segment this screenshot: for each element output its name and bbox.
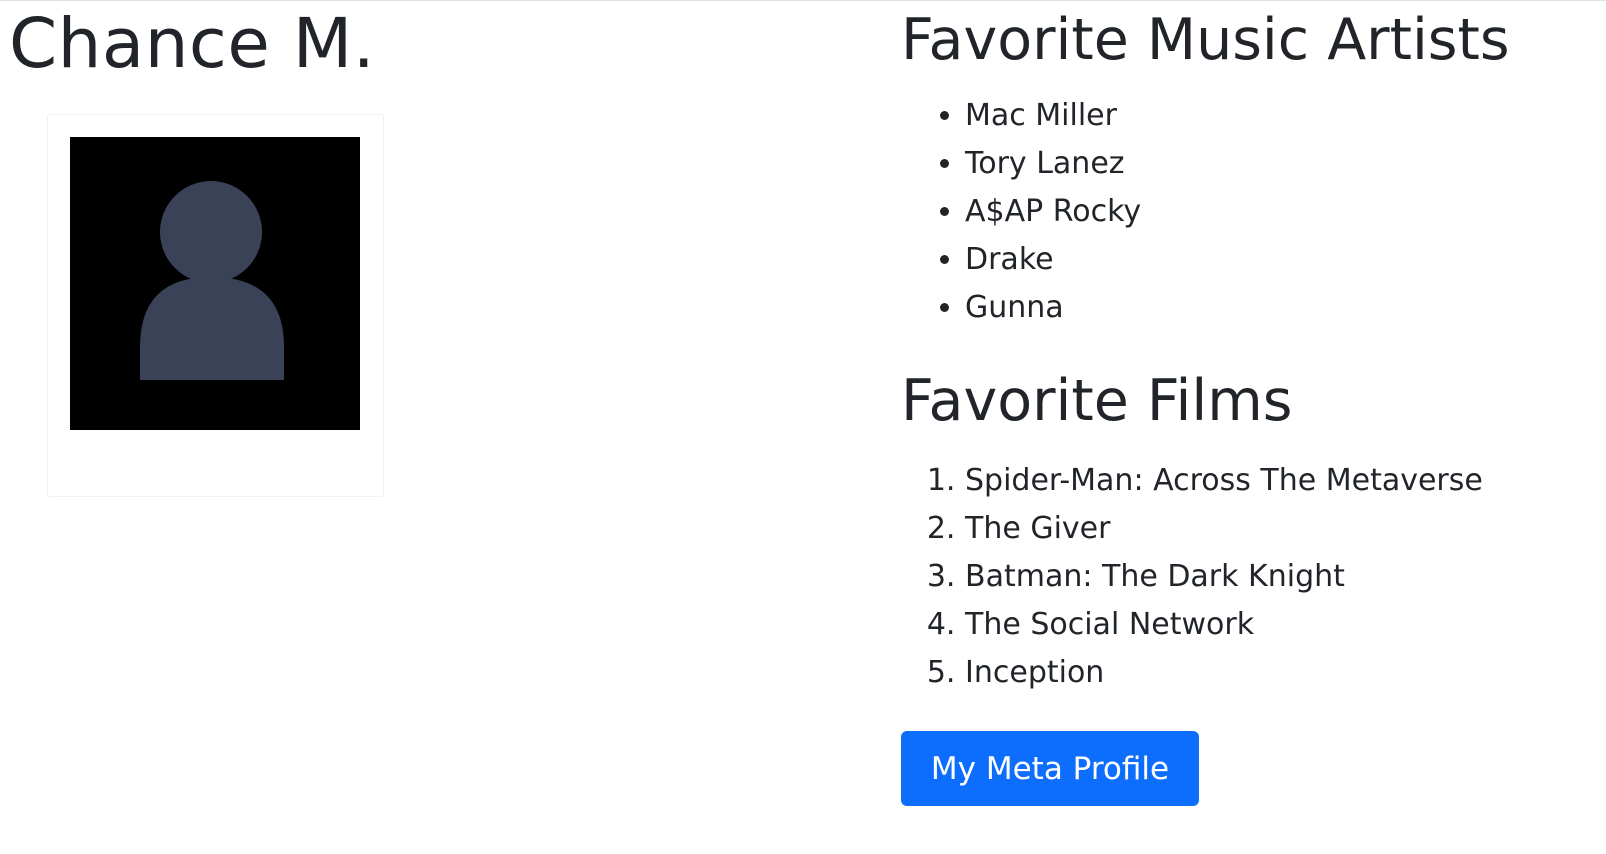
artists-heading: Favorite Music Artists — [901, 7, 1510, 73]
profile-name: Chance M. — [9, 4, 376, 84]
list-item: A$AP Rocky — [965, 188, 1141, 236]
films-heading: Favorite Films — [901, 368, 1293, 434]
top-divider — [0, 0, 1606, 1]
profile-page: Chance M. Favorite Music Artists Mac Mil… — [0, 0, 1606, 854]
list-item: Spider-Man: Across The Metaverse — [965, 457, 1483, 505]
default-user-silhouette-icon — [140, 181, 284, 380]
list-item: Batman: The Dark Knight — [965, 553, 1483, 601]
list-item: The Giver — [965, 505, 1483, 553]
artists-list: Mac Miller Tory Lanez A$AP Rocky Drake G… — [901, 92, 1141, 332]
avatar — [70, 137, 360, 430]
list-item: Tory Lanez — [965, 140, 1141, 188]
list-item: Inception — [965, 649, 1483, 697]
films-list: Spider-Man: Across The Metaverse The Giv… — [901, 457, 1483, 697]
list-item: Drake — [965, 236, 1141, 284]
list-item: Gunna — [965, 284, 1141, 332]
profile-photo-card — [47, 114, 384, 497]
meta-profile-button[interactable]: My Meta Profile — [901, 731, 1199, 806]
list-item: Mac Miller — [965, 92, 1141, 140]
list-item: The Social Network — [965, 601, 1483, 649]
